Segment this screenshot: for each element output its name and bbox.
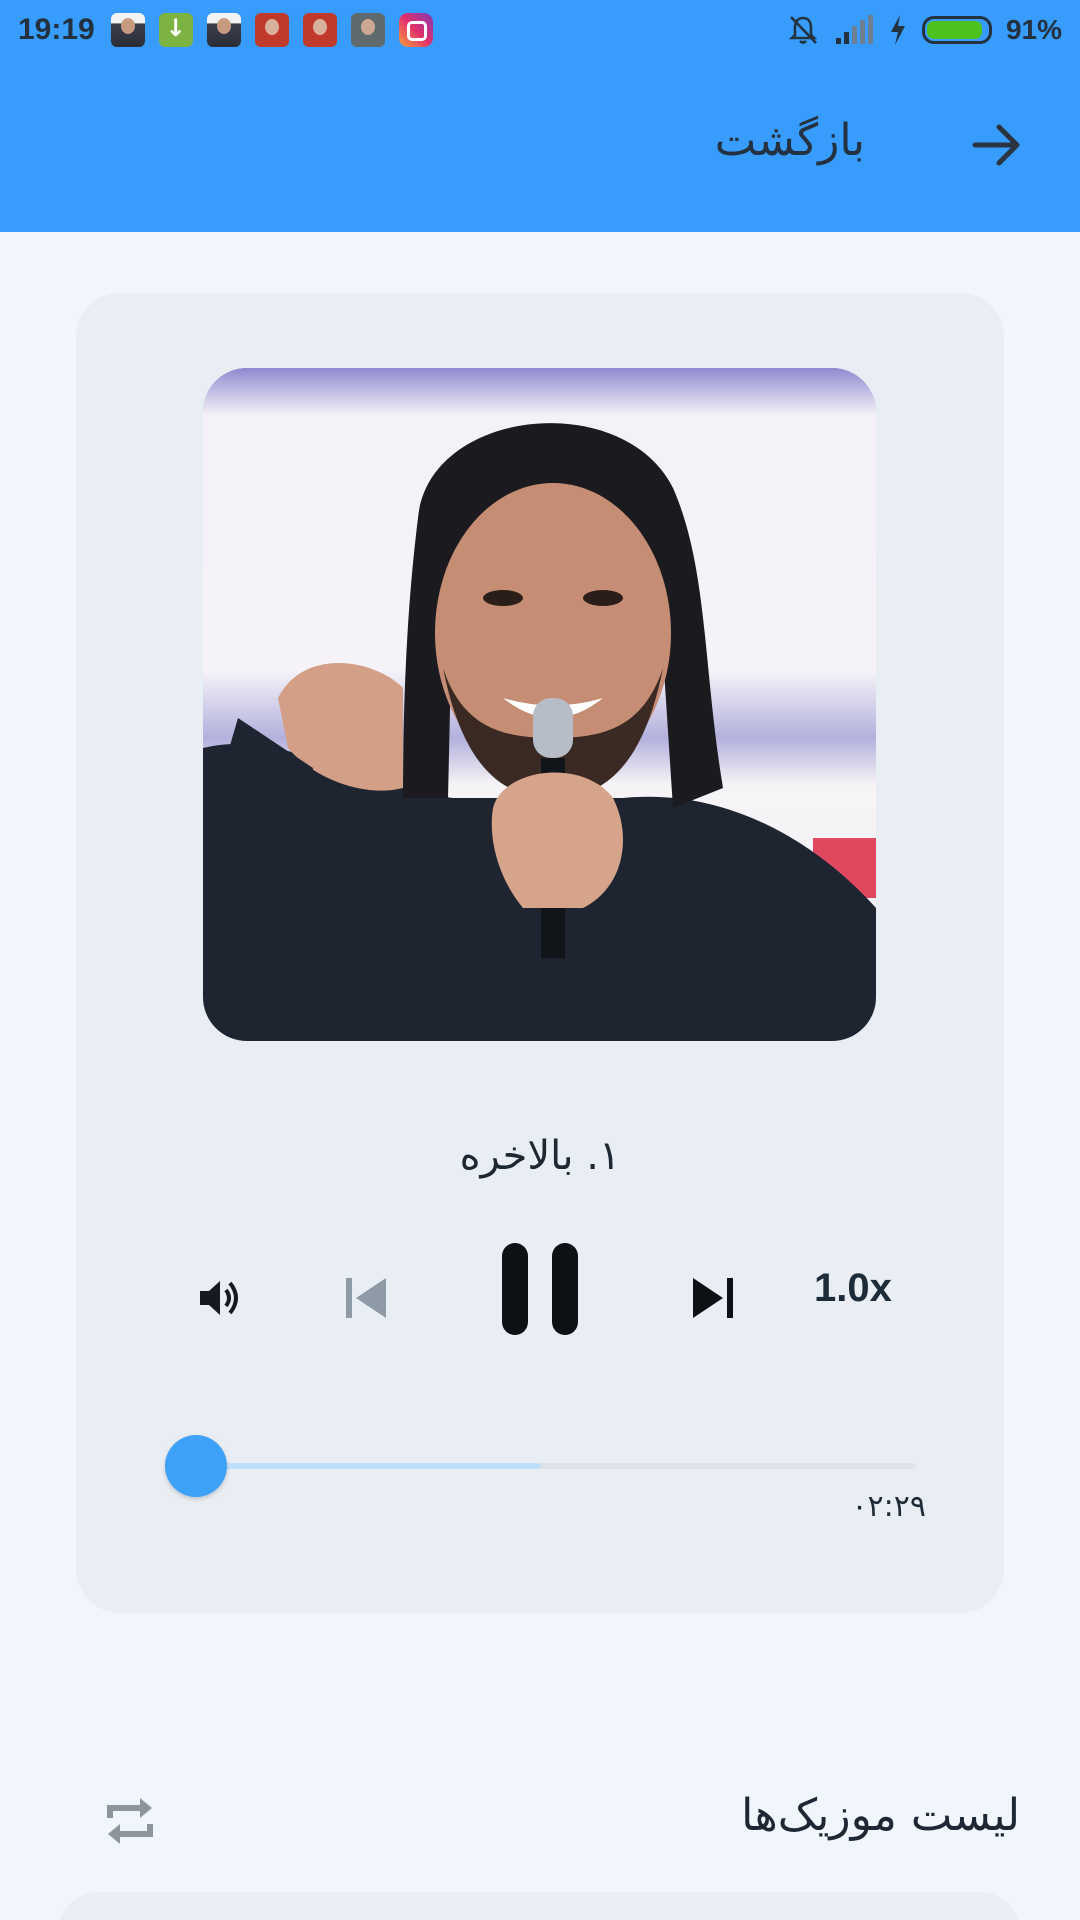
status-bar: 19:19 91% bbox=[0, 0, 1080, 60]
pause-icon[interactable] bbox=[500, 1241, 580, 1337]
back-label[interactable]: بازگشت bbox=[715, 115, 865, 166]
volume-icon[interactable] bbox=[196, 1274, 244, 1322]
contact-photo-icon bbox=[350, 13, 385, 47]
contact-photo-icon bbox=[206, 13, 241, 47]
contact-photo-icon bbox=[302, 13, 337, 47]
playback-controls: 1.0x bbox=[76, 1238, 1004, 1348]
status-bar-left: 19:19 bbox=[18, 13, 447, 47]
album-cover-image bbox=[203, 368, 876, 1041]
skip-previous-icon[interactable] bbox=[344, 1276, 388, 1320]
track-time: ۰۲:۲۹ bbox=[851, 1489, 926, 1524]
arrow-right-icon[interactable] bbox=[969, 117, 1025, 173]
playback-speed-button[interactable]: 1.0x bbox=[814, 1266, 892, 1311]
repeat-icon[interactable] bbox=[100, 1790, 160, 1852]
playlist-title: لیست موزیک‌ها bbox=[741, 1790, 1020, 1841]
progress-thumb[interactable] bbox=[165, 1435, 227, 1497]
artist-photo-illustration bbox=[203, 368, 876, 1041]
track-title: ۱. بالاخره bbox=[459, 1133, 621, 1179]
skip-next-icon[interactable] bbox=[691, 1276, 735, 1320]
player-card: ۱. بالاخره 1.0x ۰۲:۲۹ bbox=[76, 293, 1004, 1613]
progress-bar[interactable] bbox=[126, 1446, 916, 1486]
contact-photo-icon bbox=[110, 13, 145, 47]
status-time: 19:19 bbox=[18, 13, 95, 46]
bell-muted-icon bbox=[788, 16, 818, 44]
contact-photo-icon bbox=[254, 13, 289, 47]
battery-level-fill bbox=[926, 21, 982, 39]
instagram-icon bbox=[398, 13, 433, 47]
download-icon bbox=[158, 13, 193, 47]
charging-icon bbox=[890, 15, 905, 45]
battery-percent: 91% bbox=[1005, 14, 1062, 45]
app-header: بازگشت bbox=[0, 60, 1080, 232]
playlist-card bbox=[58, 1892, 1020, 1920]
battery-icon bbox=[921, 16, 992, 44]
status-bar-right: 91% bbox=[786, 13, 1062, 47]
signal-icon bbox=[835, 15, 873, 44]
